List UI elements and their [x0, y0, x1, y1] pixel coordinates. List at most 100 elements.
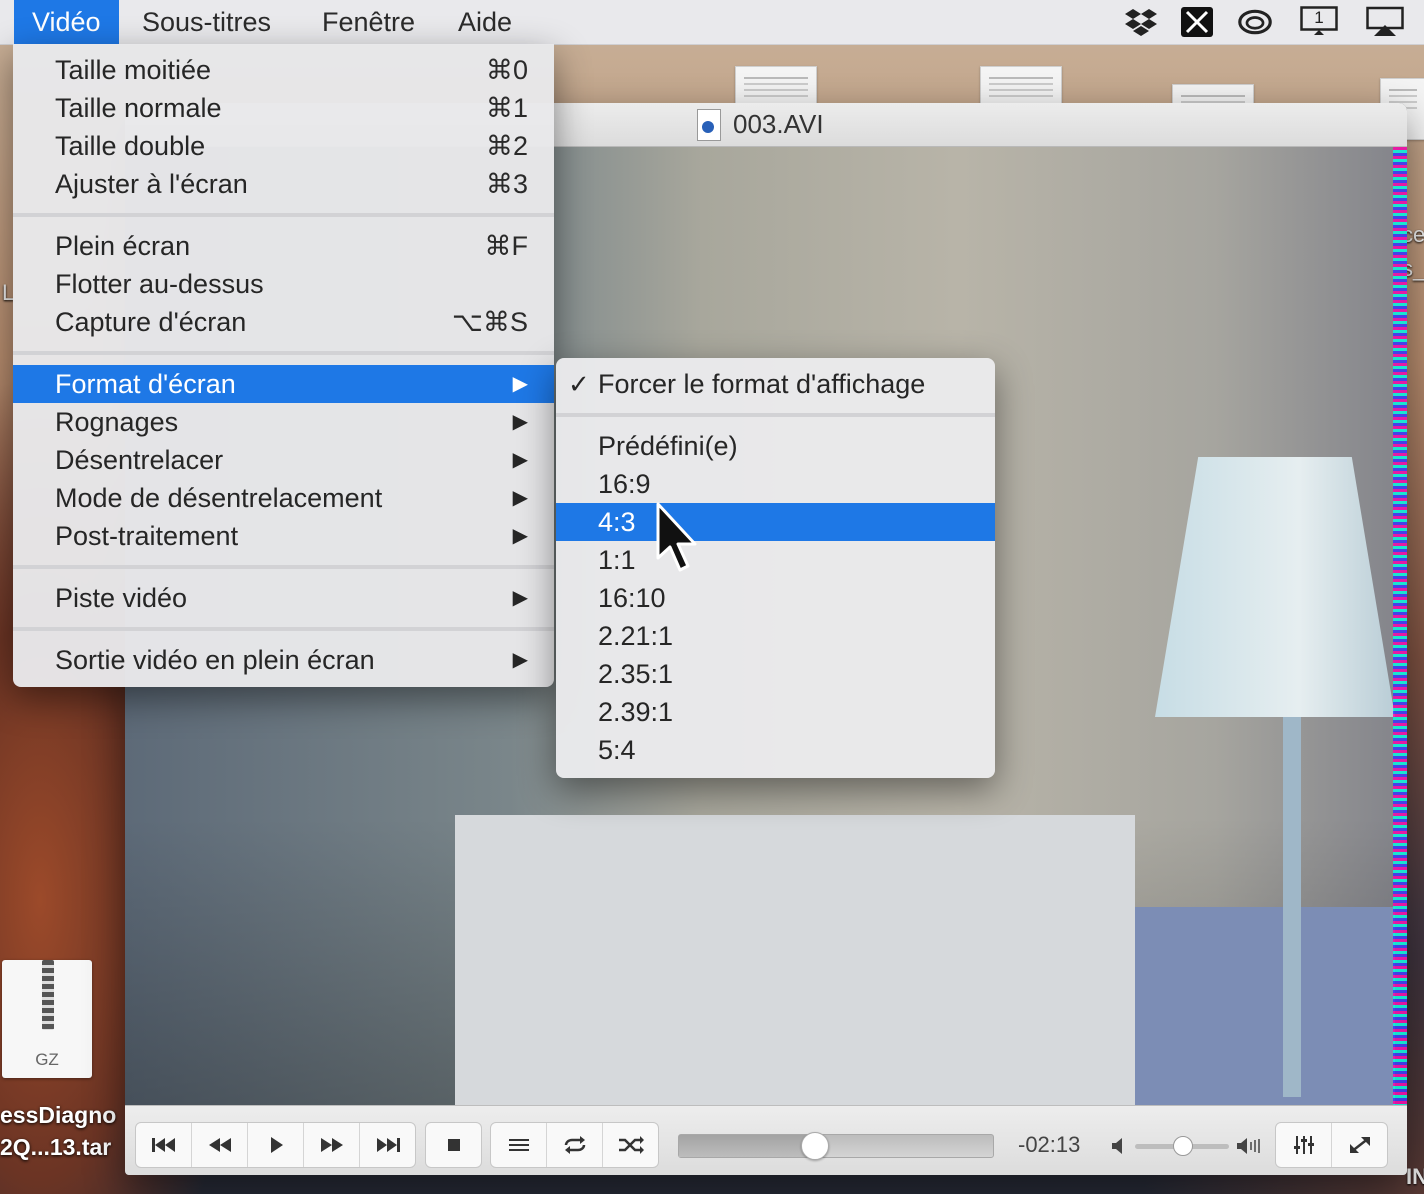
extra-group: [1275, 1122, 1388, 1168]
menu-item-fit-screen[interactable]: Ajuster à l'écran ⌘3: [13, 165, 554, 203]
shuffle-icon: [618, 1136, 644, 1154]
menu-item-half-size[interactable]: Taille moitiée ⌘0: [13, 51, 554, 89]
submenu-arrow-icon: ▶: [512, 649, 528, 671]
menu-item-video-track[interactable]: Piste vidéo ▶: [13, 579, 554, 617]
mouse-pointer-icon: [656, 502, 697, 572]
submenu-item-1-1[interactable]: 1:1: [556, 541, 995, 579]
window-title: 003.AVI: [733, 109, 824, 139]
desktop-file-label[interactable]: essDiagno: [0, 1102, 116, 1129]
seek-handle[interactable]: [801, 1132, 830, 1160]
menu-item-label: Plein écran: [55, 231, 191, 261]
menu-item-normal-size[interactable]: Taille normale ⌘1: [13, 89, 554, 127]
menu-item-label: Piste vidéo: [55, 583, 188, 613]
menu-item-aspect-ratio[interactable]: Format d'écran ▶: [13, 365, 554, 403]
play-button[interactable]: [248, 1123, 304, 1167]
menu-item-label: Rognages: [55, 407, 179, 437]
checkmark-icon: ✓: [568, 369, 590, 399]
repeat-button[interactable]: [547, 1123, 603, 1167]
menu-item-snapshot[interactable]: Capture d'écran ⌥⌘S: [13, 303, 554, 341]
fast-forward-icon: [320, 1138, 343, 1152]
submenu-item-2-35-1[interactable]: 2.35:1: [556, 655, 995, 693]
creative-cloud-icon[interactable]: [1238, 6, 1272, 38]
menu-item-post-processing[interactable]: Post-traitement ▶: [13, 517, 554, 555]
menu-help[interactable]: Aide: [440, 0, 530, 44]
transport-group: [135, 1122, 416, 1168]
submenu-item-default[interactable]: Prédéfini(e): [556, 427, 995, 465]
menu-item-deinterlace-mode[interactable]: Mode de désentrelacement ▶: [13, 479, 554, 517]
volume-slider[interactable]: [1135, 1136, 1229, 1156]
menu-separator: [13, 351, 554, 355]
submenu-item-label: 5:4: [598, 735, 636, 765]
fullscreen-button[interactable]: [1332, 1123, 1387, 1167]
seek-slider[interactable]: [678, 1132, 994, 1160]
menu-item-double-size[interactable]: Taille double ⌘2: [13, 127, 554, 165]
shortcut-label: ⌥⌘S: [451, 307, 528, 337]
playback-controls: -02:13: [125, 1105, 1407, 1175]
menu-bar: Vidéo Sous-titres Fenêtre Aide 1: [0, 0, 1424, 45]
next-button[interactable]: [360, 1123, 415, 1167]
submenu-arrow-icon: ▶: [512, 449, 528, 471]
submenu-item-2-21-1[interactable]: 2.21:1: [556, 617, 995, 655]
submenu-arrow-icon: ▶: [512, 487, 528, 509]
volume-high-icon[interactable]: [1235, 1136, 1261, 1156]
menu-item-label: Taille moitiée: [55, 55, 212, 85]
display-switch-icon[interactable]: 1: [1300, 6, 1338, 36]
seek-progress-fill: [679, 1135, 815, 1157]
menu-item-float-on-top[interactable]: Flotter au-dessus: [13, 265, 554, 303]
display-number: 1: [1314, 8, 1324, 27]
menu-item-label: Taille double: [55, 131, 206, 161]
fast-forward-button[interactable]: [304, 1123, 360, 1167]
airplay-icon[interactable]: [1366, 6, 1404, 38]
stop-button[interactable]: [426, 1123, 481, 1167]
stop-icon: [447, 1139, 460, 1151]
submenu-arrow-icon: ▶: [512, 525, 528, 547]
menu-item-label: Sortie vidéo en plein écran: [55, 645, 375, 675]
desktop-file-label[interactable]: 2Q...13.tar: [0, 1134, 111, 1161]
menu-item-deinterlace[interactable]: Désentrelacer ▶: [13, 441, 554, 479]
submenu-item-16-9[interactable]: 16:9: [556, 465, 995, 503]
previous-button[interactable]: [136, 1123, 192, 1167]
gz-archive-file-icon[interactable]: GZ: [2, 960, 92, 1078]
video-dropdown-menu: Taille moitiée ⌘0 Taille normale ⌘1 Tail…: [13, 44, 554, 687]
menu-item-label: Capture d'écran: [55, 307, 247, 337]
menu-video[interactable]: Vidéo: [14, 0, 119, 44]
submenu-item-5-4[interactable]: 5:4: [556, 731, 995, 769]
volume-handle[interactable]: [1173, 1136, 1193, 1156]
menu-item-label: Flotter au-dessus: [55, 269, 264, 299]
submenu-item-16-10[interactable]: 16:10: [556, 579, 995, 617]
skip-back-icon: [151, 1138, 175, 1152]
equalizer-icon: [1293, 1136, 1314, 1154]
playlist-button[interactable]: [491, 1123, 547, 1167]
menu-subtitles[interactable]: Sous-titres: [124, 0, 289, 44]
rewind-icon: [208, 1138, 231, 1152]
playlist-icon: [508, 1139, 529, 1151]
submenu-item-label: 4:3: [598, 507, 636, 537]
shortcut-label: ⌘F: [484, 231, 529, 261]
menu-item-label: Désentrelacer: [55, 445, 224, 475]
rewind-button[interactable]: [192, 1123, 248, 1167]
menu-window[interactable]: Fenêtre: [304, 0, 433, 44]
app-x-icon[interactable]: [1180, 6, 1214, 38]
shuffle-button[interactable]: [603, 1123, 658, 1167]
menu-item-crop[interactable]: Rognages ▶: [13, 403, 554, 441]
menu-item-label: Post-traitement: [55, 521, 239, 551]
menu-item-fullscreen-output[interactable]: Sortie vidéo en plein écran ▶: [13, 641, 554, 679]
submenu-item-label: 2.35:1: [598, 659, 674, 689]
zipper-icon: [42, 960, 54, 1030]
submenu-item-4-3[interactable]: 4:3: [556, 503, 995, 541]
dropbox-icon[interactable]: [1124, 6, 1158, 38]
submenu-item-label: 1:1: [598, 545, 636, 575]
fullscreen-icon: [1349, 1137, 1370, 1153]
submenu-item-2-39-1[interactable]: 2.39:1: [556, 693, 995, 731]
equalizer-button[interactable]: [1276, 1123, 1332, 1167]
submenu-item-label: 2.39:1: [598, 697, 674, 727]
submenu-item-label: 16:9: [598, 469, 651, 499]
menu-item-label: Format d'écran: [55, 369, 236, 399]
submenu-arrow-icon: ▶: [512, 411, 528, 433]
stop-group: [425, 1122, 482, 1168]
submenu-item-force-aspect[interactable]: ✓ Forcer le format d'affichage: [556, 365, 995, 403]
time-remaining[interactable]: -02:13: [1018, 1132, 1080, 1158]
shortcut-label: ⌘1: [485, 93, 528, 123]
menu-item-fullscreen[interactable]: Plein écran ⌘F: [13, 227, 554, 265]
volume-low-icon[interactable]: [1110, 1136, 1128, 1156]
